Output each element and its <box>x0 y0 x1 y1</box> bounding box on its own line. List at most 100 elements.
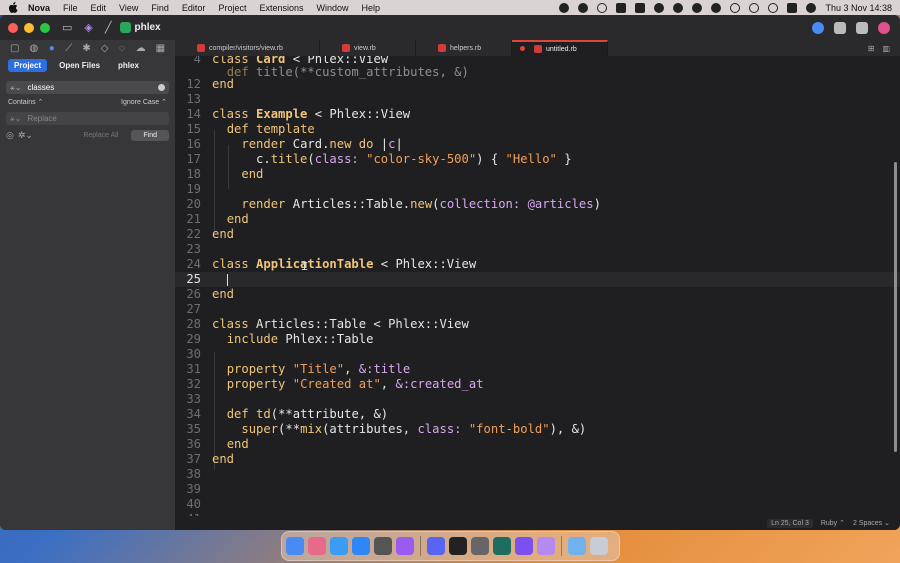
code-line: 33 <box>186 392 201 406</box>
editor-scrollbar[interactable] <box>894 162 897 452</box>
code-line: 12 end <box>186 77 235 91</box>
menu-extensions[interactable]: Extensions <box>259 3 303 13</box>
tab-project-scope[interactable]: Project <box>8 59 48 72</box>
code-line: 30 <box>186 347 201 361</box>
find-input[interactable]: ⚹⌄ classes <box>6 81 169 94</box>
menu-app-name[interactable]: Nova <box>28 3 50 13</box>
nova-dock-icon[interactable] <box>396 537 414 555</box>
replace-all-button[interactable]: Replace All <box>74 130 127 141</box>
tasks-icon[interactable]: ☁ <box>136 43 146 54</box>
code-line: 27 <box>186 302 201 316</box>
status-app-icon[interactable] <box>559 2 570 13</box>
code-line: 14 class Example < Phlex::View <box>186 107 411 121</box>
language-select[interactable]: Ruby ⌃ <box>821 519 845 527</box>
record-icon[interactable] <box>673 2 684 13</box>
menu-file[interactable]: File <box>63 3 78 13</box>
git-icon[interactable]: ⟋ <box>65 43 72 54</box>
project-selector[interactable]: phlex <box>119 22 161 33</box>
menu-edit[interactable]: Edit <box>91 3 107 13</box>
nova-app-icon[interactable]: ◈ <box>84 21 92 34</box>
run-icon[interactable] <box>812 21 824 34</box>
layout-icon[interactable]: ▥ <box>882 44 890 53</box>
grid-icon[interactable]: ▦ <box>156 43 165 54</box>
terminal-icon[interactable] <box>493 537 511 555</box>
launchpad-icon[interactable] <box>308 537 326 555</box>
menu-find[interactable]: Find <box>151 3 169 13</box>
discord-icon[interactable] <box>427 537 445 555</box>
split-editor-icon[interactable]: ⊞ <box>868 44 875 53</box>
find-button[interactable]: Find <box>131 130 169 141</box>
remote-icon[interactable]: ◌ <box>118 43 125 54</box>
clear-find-icon[interactable] <box>158 84 165 91</box>
case-mode-select[interactable]: Ignore Case ⌃ <box>121 98 167 106</box>
mute-icon[interactable] <box>597 2 608 13</box>
tab-open-files-scope[interactable]: Open Files <box>53 59 106 72</box>
cursor-position[interactable]: Ln 25, Col 3 <box>767 518 813 528</box>
menu-project[interactable]: Project <box>218 3 246 13</box>
apple-menu-icon[interactable] <box>8 2 18 13</box>
trash-icon[interactable] <box>590 537 608 555</box>
sidebar-toggle-icon[interactable]: ▭ <box>62 21 72 34</box>
tab-label: helpers.rb <box>450 44 482 52</box>
search-icon[interactable] <box>768 2 779 13</box>
replace-options-icon[interactable]: ⚹⌄ <box>10 114 22 124</box>
dock <box>281 531 620 561</box>
inspector-icon[interactable] <box>856 21 868 34</box>
replace-input[interactable]: ⚹⌄ Replace <box>6 112 169 125</box>
dock-separator <box>561 536 562 556</box>
find-options-icon[interactable]: ⚹⌄ <box>10 83 22 93</box>
code-line: 29 include Phlex::Table <box>186 332 374 346</box>
tab-untitled-rb[interactable]: untitled.rb <box>512 40 608 56</box>
code-line: 38 <box>186 467 201 481</box>
tab-phlex-scope[interactable]: phlex <box>112 59 145 72</box>
app-store-icon[interactable] <box>352 537 370 555</box>
play-icon[interactable] <box>730 2 741 13</box>
wifi-icon[interactable] <box>749 2 760 13</box>
close-window-button[interactable] <box>8 22 18 33</box>
symbols-icon[interactable]: ✱ <box>82 43 90 54</box>
tab-compiler-view-rb[interactable]: compiler/visitors/view.rb <box>175 40 320 56</box>
minimize-window-button[interactable] <box>24 22 34 33</box>
cloudflare-icon[interactable] <box>711 2 722 13</box>
unsaved-dot-icon[interactable] <box>520 46 525 51</box>
tab-helpers-rb[interactable]: helpers.rb <box>416 40 512 56</box>
filter-icon[interactable]: ◎ <box>6 130 14 141</box>
vpn-icon[interactable] <box>692 2 703 13</box>
globe-icon[interactable]: ◍ <box>29 43 38 54</box>
battery-icon[interactable] <box>635 2 646 13</box>
extensions-icon[interactable]: ◇ <box>101 43 109 54</box>
indentation-select[interactable]: 2 Spaces ⌄ <box>853 519 890 527</box>
menu-bar: Nova File Edit View Find Editor Project … <box>0 0 900 15</box>
menu-window[interactable]: Window <box>316 3 348 13</box>
zoom-window-button[interactable] <box>40 22 50 33</box>
find-sidebar-icon[interactable]: ● <box>48 43 55 54</box>
tab-view-rb[interactable]: view.rb <box>320 40 416 56</box>
utility-icon[interactable] <box>471 537 489 555</box>
siri-icon[interactable] <box>806 2 817 13</box>
menu-help[interactable]: Help <box>362 3 381 13</box>
code-line: 13 <box>186 92 201 106</box>
gear-icon[interactable]: ✲⌄ <box>18 130 33 141</box>
system-settings-icon[interactable] <box>374 537 392 555</box>
menu-view[interactable]: View <box>119 3 138 13</box>
safari-icon[interactable] <box>330 537 348 555</box>
sidebar: ▢ ◍ ● ⟋ ✱ ◇ ◌ ☁ ▦ Project Open Files phl… <box>0 40 175 530</box>
control-center-icon[interactable] <box>787 2 798 13</box>
microphone-icon[interactable] <box>616 2 627 13</box>
code-line: 18 end <box>186 167 264 181</box>
downloads-folder-icon[interactable] <box>568 537 586 555</box>
preview-icon[interactable] <box>834 21 846 34</box>
code-line: 37 end <box>186 452 235 466</box>
menu-editor[interactable]: Editor <box>182 3 206 13</box>
code-editor[interactable]: 4 class Card < Phlex::View def title(**cu… <box>175 56 900 516</box>
obs-icon[interactable] <box>449 537 467 555</box>
folder-icon[interactable]: ▢ <box>10 43 19 54</box>
finder-icon[interactable] <box>286 537 304 555</box>
cloud-icon[interactable] <box>578 2 589 13</box>
clock[interactable]: Thu 3 Nov 14:38 <box>825 3 892 13</box>
match-mode-select[interactable]: Contains ⌃ <box>8 98 43 106</box>
sparkle-icon[interactable] <box>878 21 890 34</box>
nova-running-icon[interactable] <box>537 537 555 555</box>
notes-icon[interactable] <box>515 537 533 555</box>
box-icon[interactable] <box>654 2 665 13</box>
